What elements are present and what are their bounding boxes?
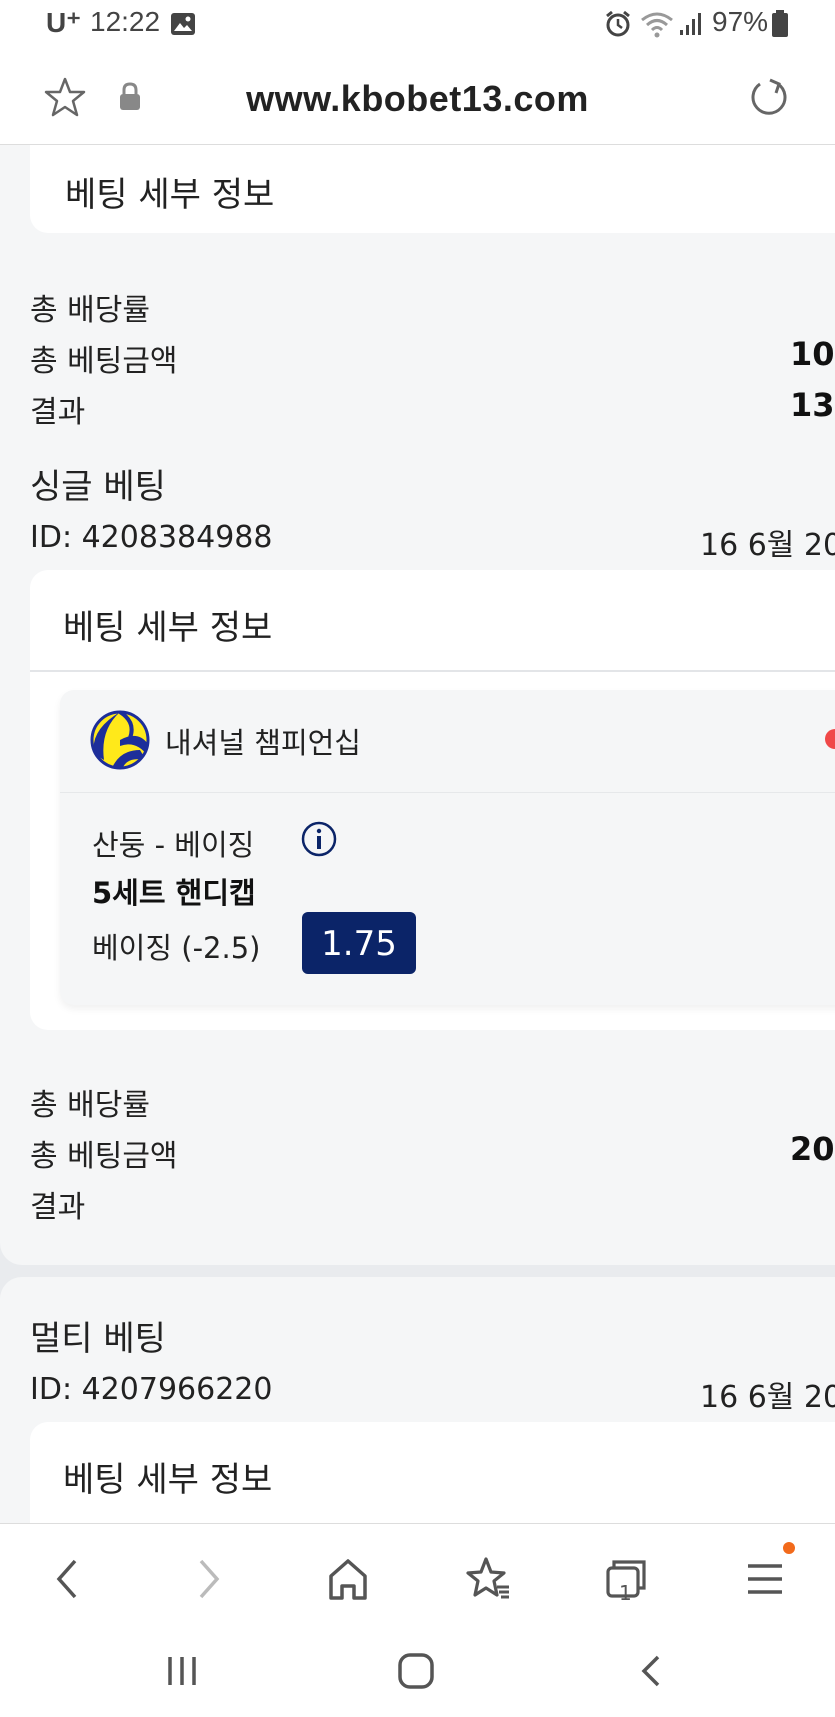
clock: 12:22 <box>90 6 161 37</box>
menu-icon[interactable] <box>730 1546 800 1612</box>
bet-details-title: 베팅 세부 정보 <box>63 1460 273 1500</box>
browser-address-bar: www.kbobet13.com <box>0 52 835 145</box>
divider <box>60 792 835 793</box>
bet-history-list: 베팅 세부 정보 총 배당률 총 베팅금액 100 결과 133 싱글 베팅 I… <box>0 145 835 1523</box>
bookmarks-icon[interactable] <box>453 1546 523 1612</box>
selection-name: 베이징 (-2.5) <box>92 931 261 965</box>
divider <box>30 670 835 672</box>
odds-value: 1.75 <box>321 924 397 964</box>
bet-details-panel: 베팅 세부 정보 <box>30 145 835 233</box>
total-stake-value: 200 <box>790 1130 835 1168</box>
forward-icon[interactable] <box>173 1546 243 1612</box>
bet-details-title: 베팅 세부 정보 <box>63 608 273 648</box>
home-button-icon[interactable] <box>394 1649 438 1693</box>
home-icon[interactable] <box>313 1546 383 1612</box>
total-stake-value: 100 <box>790 335 835 373</box>
gallery-icon <box>171 13 195 35</box>
battery-percent: 97% <box>712 6 769 37</box>
carrier-label: U⁺ <box>46 7 81 38</box>
result-label: 결과 <box>30 1190 86 1225</box>
bet-date: 16 6월 20 <box>700 1380 835 1415</box>
total-odds-label: 총 배당률 <box>30 1088 150 1123</box>
alarm-icon <box>606 10 630 37</box>
system-back-icon[interactable] <box>630 1649 674 1693</box>
bet-id: ID: 4207966220 <box>30 1372 273 1407</box>
back-icon[interactable] <box>33 1546 103 1612</box>
signal-icon <box>680 13 701 35</box>
notification-dot <box>783 1542 795 1554</box>
url-text[interactable]: www.kbobet13.com <box>0 78 835 120</box>
status-dot <box>825 729 835 749</box>
bet-id: ID: 4208384988 <box>30 520 273 555</box>
bet-card-single: 싱글 베팅 ID: 4208384988 16 6월 20 베팅 세부 정보 내… <box>0 425 835 1265</box>
battery-icon <box>772 10 788 37</box>
tabs-count: 1 <box>619 1581 632 1605</box>
total-stake-label: 총 베팅금액 <box>30 344 178 379</box>
total-odds-label: 총 배당률 <box>30 293 150 328</box>
system-navigation-bar <box>0 1633 835 1717</box>
volleyball-icon <box>90 710 150 770</box>
league-name: 내셔널 챔피언십 <box>165 726 361 760</box>
browser-toolbar: 1 <box>0 1523 835 1634</box>
total-stake-label: 총 베팅금액 <box>30 1139 178 1174</box>
selection-card: 내셔널 챔피언십 미 산둥 - 베이징 5세트 핸디캡 베이징 (-2.5) 1… <box>60 690 835 1005</box>
bet-details-panel: 베팅 세부 정보 <box>30 1422 835 1523</box>
market-name: 5세트 핸디캡 <box>92 876 256 910</box>
bet-details-title: 베팅 세부 정보 <box>65 175 275 215</box>
bet-type-title: 멀티 베팅 <box>30 1319 166 1359</box>
result-value: 133 <box>790 386 835 424</box>
bet-date: 16 6월 20 <box>700 528 835 563</box>
bet-details-panel: 베팅 세부 정보 내셔널 챔피언십 미 <box>30 570 835 1030</box>
status-bar: U⁺ 12:22 97% <box>0 0 835 52</box>
recent-apps-icon[interactable] <box>160 1651 204 1691</box>
bet-type-title: 싱글 베팅 <box>30 467 166 507</box>
reload-icon[interactable] <box>748 76 790 118</box>
wifi-icon <box>641 12 673 38</box>
match-name: 산둥 - 베이징 <box>92 828 255 862</box>
bet-card-multi: 멀티 베팅 ID: 4207966220 16 6월 20 베팅 세부 정보 <box>0 1277 835 1523</box>
info-icon[interactable] <box>300 820 338 858</box>
odds-badge: 1.75 <box>302 912 416 974</box>
